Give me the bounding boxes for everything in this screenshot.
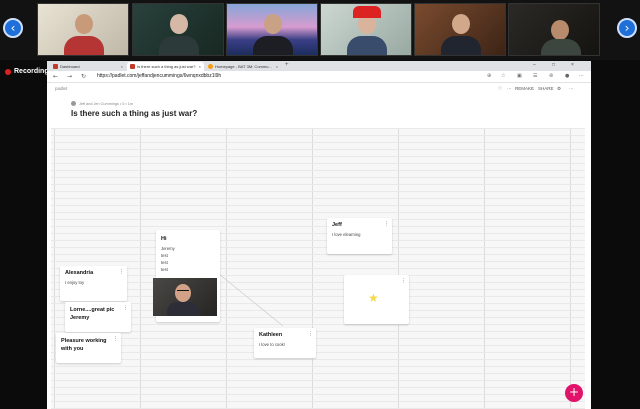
chevron-left-icon: ‹ [10, 21, 16, 35]
post-body: I love elearning [332, 232, 361, 237]
post-menu-icon[interactable]: ⋮ [384, 221, 389, 227]
tab-favicon-icon [130, 64, 135, 69]
reload-icon[interactable]: ↻ [81, 73, 86, 80]
post-menu-icon[interactable]: ⋮ [308, 331, 313, 337]
next-page-button[interactable]: › [617, 18, 637, 38]
participant-video-tile[interactable] [508, 3, 600, 56]
post-body-line: Jeremy [161, 246, 175, 251]
tab-label: Homepage - BAT 3M: Commu... [215, 64, 272, 69]
post-body-line: test [161, 253, 168, 258]
padlet-header: padlet ♡ ⋯ REMAKE SHARE ⚙ ⋯ [47, 83, 591, 95]
address-bar-row: ← → ↻ https://padlet.com/jeffandjencummi… [47, 71, 591, 83]
tab-homepage[interactable]: Homepage - BAT 3M: Commu... × [205, 62, 281, 71]
post-body-line: test [161, 267, 168, 272]
post-body: Jeremy test test test [161, 245, 215, 273]
shared-browser-window: Dashboard × Is there such a thing as jus… [47, 61, 591, 409]
overflow-menu-icon[interactable]: ⋯ [569, 86, 574, 92]
post-connector-line [218, 273, 284, 327]
close-window-button[interactable]: × [571, 62, 574, 68]
record-dot-icon [5, 68, 11, 75]
zoom-meeting-screen: ‹ › Recording Dashboard × Is there such … [0, 0, 640, 409]
recording-indicator[interactable]: Recording [5, 68, 49, 75]
video-gallery-strip: ‹ › [0, 0, 640, 60]
board-byline: Jeff and Jen Cummings • 0 • 1m [71, 101, 197, 106]
url-field[interactable]: https://padlet.com/jeffandjencummings/6w… [97, 73, 221, 79]
extensions-icon[interactable]: ⊕ [487, 73, 491, 79]
back-arrow-icon[interactable]: ← [53, 73, 58, 80]
maximize-button[interactable]: □ [552, 62, 555, 68]
author-avatar [71, 101, 76, 106]
board-header: Jeff and Jen Cummings • 0 • 1m Is there … [71, 101, 197, 118]
tab-dashboard[interactable]: Dashboard × [50, 62, 126, 71]
padlet-logo[interactable]: padlet [55, 86, 67, 91]
post-star[interactable]: ★ ⋮ [344, 275, 409, 324]
post-kathleen[interactable]: Kathleen I love to cook! ⋮ [254, 328, 316, 358]
post-body-line: test [161, 260, 168, 265]
tab-favicon-icon [53, 64, 58, 69]
chevron-right-icon: › [624, 21, 630, 35]
byline-text: Jeff and Jen Cummings • 0 • 1m [79, 101, 134, 106]
sync-icon[interactable]: ⊜ [549, 73, 553, 79]
post-title: Pleasure working with you [61, 338, 107, 352]
post-title: Alexandria [65, 270, 94, 276]
board-title: Is there such a thing as just war? [71, 109, 198, 118]
favorite-star-icon[interactable]: ☆ [501, 73, 505, 79]
participant-video-tile[interactable] [37, 3, 129, 56]
post-menu-icon[interactable]: ⋮ [113, 336, 118, 342]
participant-video-tile[interactable] [226, 3, 318, 56]
tab-label: Dashboard [60, 64, 80, 69]
post-title: Jeff [332, 222, 342, 228]
post-pleasure[interactable]: Pleasure working with you ⋮ [56, 333, 121, 363]
post-title: Kathleen [259, 332, 283, 338]
post-body: I love to cook! [259, 342, 285, 347]
collections-icon[interactable]: ▣ [517, 73, 522, 79]
participant-video-tile[interactable] [320, 3, 412, 56]
recording-label: Recording [14, 68, 49, 75]
previous-page-button[interactable]: ‹ [3, 18, 23, 38]
close-icon[interactable]: × [121, 64, 123, 69]
post-lorne[interactable]: Lorne....great pic Jeremy ⋮ [65, 302, 131, 332]
close-icon[interactable]: × [199, 64, 201, 69]
minimize-button[interactable]: – [533, 62, 536, 68]
forward-arrow-icon[interactable]: → [67, 73, 72, 80]
settings-gear-icon[interactable]: ⚙ [557, 86, 561, 92]
post-hi[interactable]: Hi Jeremy test test test [153, 230, 220, 322]
post-alexandria[interactable]: Alexandria I enjoy toy ⋮ [60, 266, 127, 301]
browser-tab-bar: Dashboard × Is there such a thing as jus… [47, 61, 591, 71]
star-icon: ★ [368, 291, 379, 305]
more-options-icon[interactable]: ⋯ [507, 86, 512, 92]
share-button[interactable]: SHARE [538, 86, 554, 91]
tab-padlet-active[interactable]: Is there such a thing as just war? × [127, 62, 204, 71]
post-menu-icon[interactable]: ⋮ [119, 269, 124, 275]
add-post-button[interactable]: + [565, 384, 583, 402]
browser-menu-icon[interactable]: ⋯ [579, 73, 584, 79]
tab-label: Is there such a thing as just war? [137, 64, 196, 69]
remake-button[interactable]: REMAKE [515, 86, 534, 91]
post-webcam-photo[interactable] [153, 278, 217, 316]
new-tab-button[interactable]: + [285, 62, 289, 68]
profile-avatar-icon[interactable]: ● [565, 73, 569, 79]
post-body: I enjoy toy [65, 280, 85, 285]
padlet-canvas[interactable]: Hi Jeremy test test test Jeff I love ele… [51, 128, 585, 409]
participant-video-tile[interactable] [132, 3, 224, 56]
post-title: Hi [161, 236, 167, 242]
post-menu-icon[interactable]: ⋮ [123, 305, 128, 311]
post-title: Lorne....great pic Jeremy [70, 307, 115, 321]
reading-icon[interactable]: ☰ [533, 73, 537, 79]
participant-video-tile[interactable] [414, 3, 506, 56]
tab-favicon-icon [208, 64, 213, 69]
post-menu-icon[interactable]: ⋮ [401, 278, 406, 284]
post-jeff[interactable]: Jeff I love elearning ⋮ [327, 218, 392, 254]
close-icon[interactable]: × [276, 64, 278, 69]
like-heart-icon[interactable]: ♡ [498, 86, 502, 92]
